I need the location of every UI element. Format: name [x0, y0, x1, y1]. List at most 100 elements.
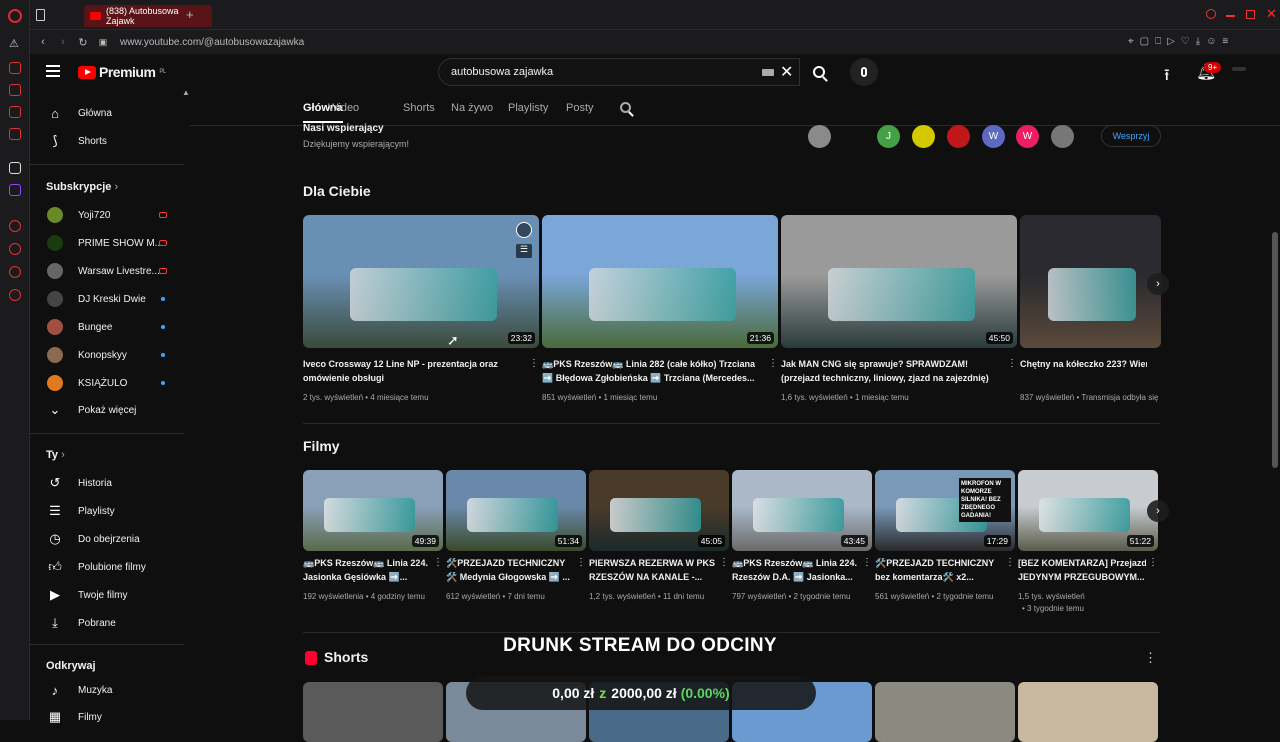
supporter-avatar[interactable] [912, 125, 935, 148]
voice-search-button[interactable] [850, 58, 878, 86]
tab-3[interactable]: Na żywo [451, 102, 493, 114]
more-options-icon[interactable]: ⋮ [433, 557, 443, 568]
next-arrow-button[interactable]: › [1147, 500, 1169, 522]
supporter-avatar[interactable]: W [982, 125, 1005, 148]
search-tabs-icon[interactable] [1206, 9, 1216, 19]
video-title[interactable]: 🚌PKS Rzeszów🚌 Linia 224. [303, 557, 431, 570]
clear-search-icon[interactable]: ✕ [780, 62, 793, 82]
sidebar-item-subscription[interactable]: Warsaw Livestre... [30, 258, 185, 284]
search-input[interactable]: autobusowa zajawka [438, 58, 800, 86]
video-thumbnail[interactable]: 49:39 [303, 470, 443, 551]
opera-rail-item-icon[interactable] [9, 243, 21, 255]
account-avatar[interactable] [1232, 67, 1246, 71]
opera-rail-item-icon[interactable] [9, 106, 21, 118]
video-thumbnail[interactable]: 45:50 [781, 215, 1017, 348]
sidebar-item-subscription[interactable]: Yoji720 [30, 202, 185, 228]
opera-rail-item-icon[interactable] [9, 128, 21, 140]
bookmark-icon[interactable]: ⎕ [1155, 36, 1161, 47]
supporter-avatar[interactable] [947, 125, 970, 148]
player-icon[interactable]: ▷ [1167, 36, 1175, 47]
video-title[interactable]: 🛠️PRZEJAZD TECHNICZNY [875, 557, 1003, 570]
video-title[interactable]: 🚌PKS Rzeszów🚌 Linia 282 (całe kółko) Trz… [542, 358, 764, 371]
more-options-icon[interactable]: ⋮ [1144, 650, 1157, 666]
video-thumbnail[interactable] [1020, 215, 1161, 348]
download-icon[interactable]: ⤓ [1196, 36, 1200, 47]
more-options-icon[interactable]: ⋮ [529, 358, 539, 369]
new-tab-button[interactable]: + [186, 7, 194, 22]
video-title[interactable]: Jak MAN CNG się sprawuje? SPRAWDZAM! [781, 358, 1003, 371]
sidebar-item-home[interactable]: ⌂ Główna [30, 100, 185, 126]
youtube-logo[interactable]: Premium PL [78, 64, 166, 80]
video-thumbnail[interactable]: 21:36 [542, 215, 778, 348]
short-thumbnail[interactable] [1018, 682, 1158, 742]
video-thumbnail[interactable]: 51:22 [1018, 470, 1158, 551]
sidebar-item-playlists[interactable]: ☰ Playlisty [30, 498, 185, 524]
sidebar-item-history[interactable]: ↺ Historia [30, 470, 185, 496]
supporter-avatar[interactable]: W [1016, 125, 1039, 148]
video-title-line2[interactable]: (przejazd techniczny, liniowy, zjazd na … [781, 372, 1003, 385]
short-thumbnail[interactable] [875, 682, 1015, 742]
watch-later-icon[interactable] [516, 222, 532, 238]
show-more-button[interactable]: ⌄ Pokaż więcej [30, 397, 185, 423]
extensions-icon[interactable]: ≡ [1222, 36, 1228, 47]
sidebar-item-music[interactable]: ♪ Muzyka [30, 677, 185, 703]
video-thumbnail[interactable]: 43:45 [732, 470, 872, 551]
more-options-icon[interactable]: ⋮ [1148, 557, 1158, 568]
video-title[interactable]: Chętny na kółeczko 223? Wiem, z [1020, 358, 1147, 371]
video-title-line2[interactable]: JEDYNYM PRZEGUBOWYM... [1018, 571, 1146, 584]
video-title-line2[interactable]: RZESZÓW NA KANALE -... [589, 571, 717, 584]
video-title[interactable]: 🚌PKS Rzeszów🚌 Linia 224. [732, 557, 860, 570]
profile-icon[interactable]: ☺ [1206, 36, 1216, 47]
forward-icon[interactable]: › [56, 36, 70, 48]
opera-rail-item-icon[interactable] [9, 220, 21, 232]
tab-1[interactable]: Wideo [328, 102, 359, 114]
subscriptions-header[interactable]: Subskrypcje › [46, 181, 118, 193]
sidebar-item-download[interactable]: ⤓ Pobrane [30, 610, 185, 636]
sidebar-item-like[interactable]: 👍︎ Polubione filmy [30, 554, 185, 580]
supporter-avatar[interactable]: J [877, 125, 900, 148]
tab-4[interactable]: Playlisty [508, 102, 548, 114]
more-options-icon[interactable]: ⋮ [576, 557, 586, 568]
url-text[interactable]: www.youtube.com/@autobusowazajawka [120, 37, 304, 48]
more-options-icon[interactable]: ⋮ [719, 557, 729, 568]
twitch-icon[interactable] [9, 184, 21, 196]
video-title-line2[interactable]: Jasionka Gęsiówka ➡️... [303, 571, 431, 584]
short-thumbnail[interactable] [303, 682, 443, 742]
more-options-icon[interactable]: ⋮ [768, 358, 778, 369]
video-title-line2[interactable]: 🛠️ Medynia Głogowska ➡️ ... [446, 571, 574, 584]
page-scrollbar[interactable] [1272, 232, 1278, 468]
sidebar-item-subscription[interactable]: DJ Kreski Dwie [30, 286, 185, 312]
more-options-icon[interactable]: ⋮ [1005, 557, 1015, 568]
video-title[interactable]: 🛠️PRZEJAZD TECHNICZNY [446, 557, 574, 570]
video-title-line2[interactable]: bez komentarza🛠️ x2... [875, 571, 1003, 584]
opera-logo-icon[interactable] [8, 9, 22, 23]
sidebar-item-subscription[interactable]: PRIME SHOW M... [30, 230, 185, 256]
maximize-button[interactable] [1246, 10, 1255, 19]
supporter-avatar[interactable] [1051, 125, 1074, 148]
channel-search-button[interactable] [620, 102, 631, 116]
sidebar-item-watch-later[interactable]: ◷ Do obejrzenia [30, 526, 185, 552]
reload-icon[interactable]: ↻ [76, 36, 90, 49]
sidebar-item-your-videos[interactable]: ▶ Twoje filmy [30, 582, 185, 608]
menu-icon[interactable] [46, 65, 60, 77]
opera-rail-item-icon[interactable] [9, 162, 21, 174]
video-title[interactable]: PIERWSZA REZERWA W PKS [589, 557, 717, 570]
sidebar-item-movies[interactable]: ▦ Filmy [30, 704, 185, 730]
more-options-icon[interactable]: ⋮ [862, 557, 872, 568]
back-icon[interactable]: ‹ [36, 36, 50, 48]
video-thumbnail[interactable]: 45:05 [589, 470, 729, 551]
add-to-queue-icon[interactable]: ☰ [516, 244, 532, 258]
keyboard-icon[interactable] [762, 69, 774, 76]
opera-rail-item-icon[interactable] [9, 84, 21, 96]
supporter-avatar[interactable] [808, 125, 831, 148]
video-title-line2[interactable]: omówienie obsługi [303, 372, 525, 385]
video-title[interactable]: [BEZ KOMENTARZA] Przejazd [1018, 557, 1146, 570]
page-icon[interactable] [36, 9, 45, 21]
opera-rail-item-icon[interactable] [9, 62, 21, 74]
heart-icon[interactable]: ♡ [1181, 36, 1190, 47]
settings-icon[interactable] [9, 289, 21, 301]
snapshot-icon[interactable]: ▢ [1140, 36, 1149, 47]
more-options-icon[interactable]: ⋮ [1007, 358, 1017, 369]
opera-rail-item-icon[interactable] [9, 266, 21, 278]
video-thumbnail[interactable]: 23:32 [303, 215, 539, 348]
